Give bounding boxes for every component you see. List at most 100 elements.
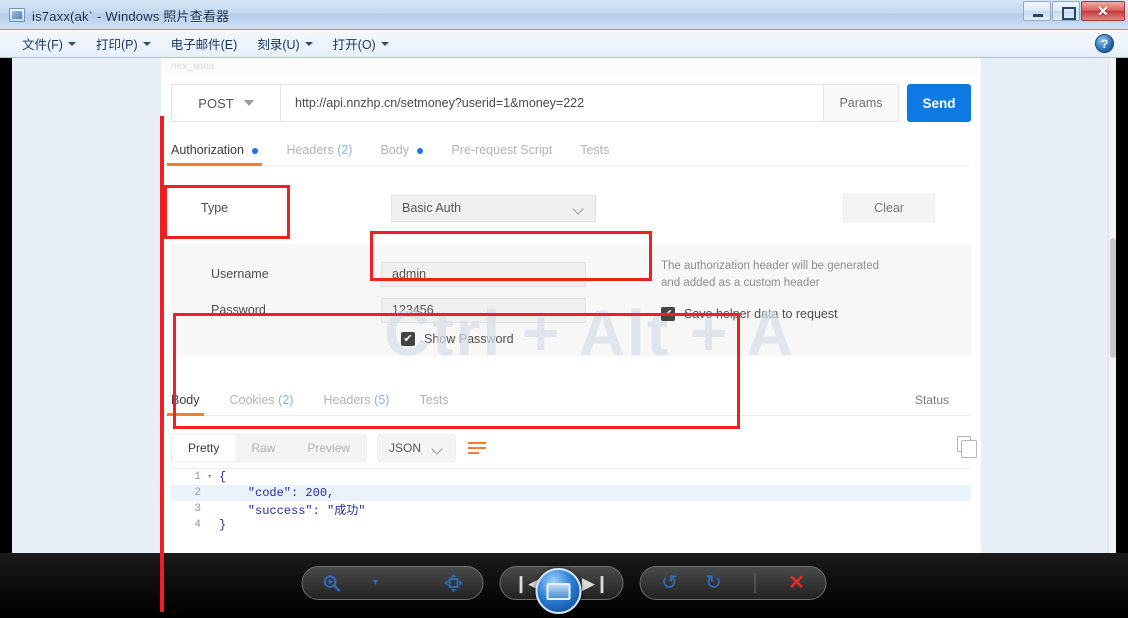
tab-headers[interactable]: Headers (2) xyxy=(286,143,352,165)
play-slideshow-icon xyxy=(546,582,570,600)
tab-body-label: Body xyxy=(380,143,409,157)
annotation-box-credentials xyxy=(173,313,740,429)
menu-item-open-label: 打开(O) xyxy=(332,38,376,52)
zoom-dropdown[interactable]: ▾ xyxy=(363,570,389,596)
auth-note-line2: and added as a custom header xyxy=(661,276,820,289)
zoom-magnifier-icon xyxy=(323,574,340,592)
tab-tests[interactable]: Tests xyxy=(580,143,609,165)
view-pretty[interactable]: Pretty xyxy=(172,435,236,461)
menu-item-burn-label: 刻录(U) xyxy=(257,38,300,52)
params-button[interactable]: Params xyxy=(824,84,899,122)
code-line: 3 "success": "成功" xyxy=(171,501,971,518)
chevron-down-icon xyxy=(574,205,585,212)
response-format-value: JSON xyxy=(389,441,422,455)
menu-item-file[interactable]: 文件(F) xyxy=(14,31,84,56)
auth-type-select[interactable]: Basic Auth xyxy=(391,194,596,222)
help-button[interactable]: ? xyxy=(1095,34,1114,53)
username-label: Username xyxy=(211,267,269,281)
maximize-button[interactable] xyxy=(1052,1,1080,21)
tab-body[interactable]: Body xyxy=(380,143,424,165)
fit-to-window-button[interactable] xyxy=(441,570,467,596)
word-wrap-icon[interactable] xyxy=(466,438,488,458)
http-method-select[interactable]: POST xyxy=(171,84,281,122)
menu-item-email[interactable]: 电子邮件(E) xyxy=(163,31,246,56)
cut-off-tab-label: nex_sona xyxy=(161,58,981,76)
annotation-box-auth-type xyxy=(370,231,652,281)
copy-icon[interactable] xyxy=(957,436,977,458)
line-number: 1 xyxy=(194,471,201,483)
fit-to-window-icon xyxy=(444,574,463,592)
menu-item-print[interactable]: 打印(P) xyxy=(88,31,159,56)
rotate-right-button[interactable]: ↻ xyxy=(701,570,727,596)
chevron-down-icon xyxy=(142,41,151,46)
rotate-left-button[interactable]: ↺ xyxy=(657,570,683,596)
code-line: 2 "code": 200, xyxy=(171,485,971,501)
tab-authorization[interactable]: Authorization xyxy=(166,143,263,166)
response-view-segment: Pretty Raw Preview xyxy=(171,434,368,462)
next-image-button[interactable]: ▶❙ xyxy=(581,570,610,596)
chevron-down-icon xyxy=(67,41,76,46)
rotate-left-icon: ↺ xyxy=(661,572,678,594)
url-input[interactable]: http://api.nnzhp.cn/setmoney?userid=1&mo… xyxy=(281,84,824,122)
chevron-down-icon xyxy=(380,41,389,46)
title-bar: is7axx(ak` - Windows 照片查看器 ✕ xyxy=(0,0,1128,30)
response-toolbar: Pretty Raw Preview JSON xyxy=(171,428,977,468)
tab-authorization-label: Authorization xyxy=(171,143,244,157)
chevron-down-icon xyxy=(433,445,444,452)
auth-note-block: The authorization header will be generat… xyxy=(661,258,961,322)
chevron-down-icon xyxy=(243,100,254,106)
url-value: http://api.nnzhp.cn/setmoney?userid=1&mo… xyxy=(295,96,585,110)
close-icon: ✕ xyxy=(1097,2,1109,19)
minimize-button[interactable] xyxy=(1023,1,1051,21)
displayed-image: nex_sona POST http://api.nnzhp.cn/setmon… xyxy=(12,58,1116,553)
line-number: 3 xyxy=(194,503,201,515)
view-preview[interactable]: Preview xyxy=(291,435,366,461)
fold-toggle-icon[interactable]: ▾ xyxy=(207,472,219,482)
close-button[interactable]: ✕ xyxy=(1081,1,1125,21)
photo-canvas: nex_sona POST http://api.nnzhp.cn/setmon… xyxy=(0,58,1128,618)
view-raw[interactable]: Raw xyxy=(235,435,291,461)
menu-item-email-label: 电子邮件(E) xyxy=(170,38,238,52)
auth-note-line1: The authorization header will be generat… xyxy=(661,260,880,272)
delete-icon: ✕ xyxy=(788,572,805,594)
menu-bar: 文件(F) 打印(P) 电子邮件(E) 刻录(U) 打开(O) ? xyxy=(0,30,1128,58)
annotation-box-authorization-tab xyxy=(164,185,290,239)
code-text: "success": "成功" xyxy=(219,503,366,518)
next-icon: ▶❙ xyxy=(581,573,610,593)
menu-item-file-label: 文件(F) xyxy=(22,38,63,52)
tab-headers-count: (2) xyxy=(337,143,353,157)
code-line: 4 } xyxy=(171,517,971,533)
http-method-value: POST xyxy=(198,95,234,111)
photo-viewer-window: is7axx(ak` - Windows 照片查看器 ✕ 文件(F) 打印(P)… xyxy=(0,0,1128,618)
window-controls: ✕ xyxy=(1023,1,1125,21)
chevron-down-icon: ▾ xyxy=(372,577,379,588)
menu-item-print-label: 打印(P) xyxy=(95,38,138,52)
menu-item-burn[interactable]: 刻录(U) xyxy=(249,31,320,56)
vertical-scrollbar[interactable] xyxy=(1108,58,1116,553)
menu-item-open[interactable]: 打开(O) xyxy=(325,31,397,56)
viewer-toolbar: ▾ ❙◀ ▶❙ ↺ ↻ ✕ xyxy=(0,553,1128,615)
chevron-down-icon xyxy=(304,41,313,46)
line-number: 2 xyxy=(194,487,201,499)
send-button[interactable]: Send xyxy=(907,84,971,122)
scrollbar-thumb[interactable] xyxy=(1110,238,1116,358)
code-text: } xyxy=(219,518,227,532)
toolbar-divider xyxy=(754,573,756,593)
rotate-right-icon: ↻ xyxy=(705,572,722,594)
delete-button[interactable]: ✕ xyxy=(784,570,810,596)
auth-type-value: Basic Auth xyxy=(402,201,462,215)
tab-pre-request-script[interactable]: Pre-request Script xyxy=(451,143,552,165)
code-text: "code": 200, xyxy=(219,486,335,500)
clear-button[interactable]: Clear xyxy=(843,194,935,222)
response-format-select[interactable]: JSON xyxy=(377,434,457,462)
play-slideshow-button[interactable] xyxy=(535,568,581,614)
line-number: 4 xyxy=(194,519,201,531)
response-body-code: 1 ▾ { 2 "code": 200, 3 "success": "成功" 4… xyxy=(171,468,971,553)
zoom-button[interactable] xyxy=(319,570,345,596)
unsaved-dot-icon xyxy=(252,147,259,154)
auth-type-row: Type Basic Auth Clear xyxy=(171,180,971,236)
response-status-label: Status xyxy=(914,393,949,407)
code-line: 1 ▾ { xyxy=(171,469,971,485)
request-tabs: Authorization Headers (2) Body Pre-reque… xyxy=(166,134,971,166)
request-url-row: POST http://api.nnzhp.cn/setmoney?userid… xyxy=(171,84,971,122)
